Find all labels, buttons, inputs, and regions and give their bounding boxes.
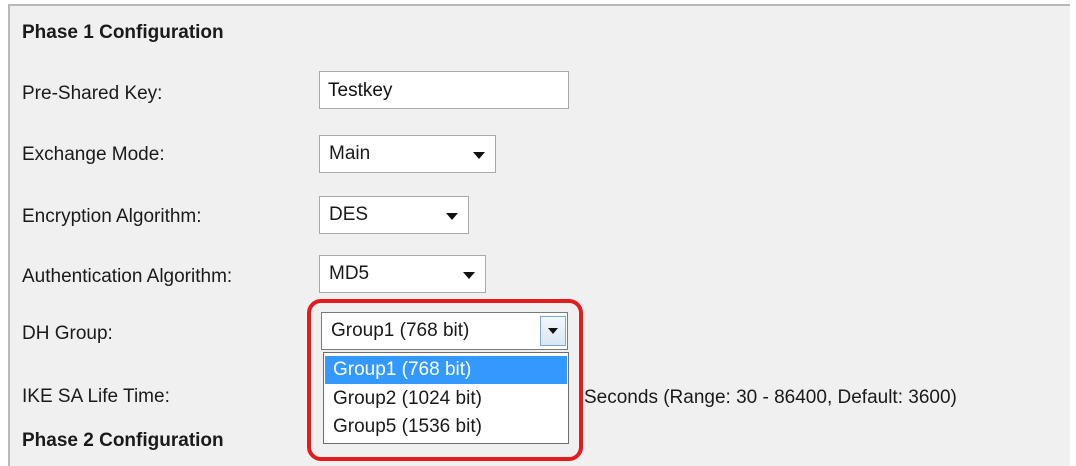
dh-group-label: DH Group: [22, 323, 113, 344]
chevron-down-icon [446, 213, 458, 220]
encryption-algorithm-select[interactable]: DES [319, 196, 469, 234]
authentication-algorithm-select[interactable]: MD5 [319, 255, 486, 293]
chevron-down-icon [463, 272, 475, 279]
phase1-title: Phase 1 Configuration [22, 22, 224, 43]
ike-sa-life-time-label: IKE SA Life Time: [22, 386, 170, 407]
pre-shared-key-input[interactable]: Testkey [319, 71, 569, 109]
encryption-algorithm-label: Encryption Algorithm: [22, 206, 202, 227]
phase2-title: Phase 2 Configuration [22, 430, 224, 451]
authentication-algorithm-label: Authentication Algorithm: [22, 266, 233, 287]
exchange-mode-label: Exchange Mode: [22, 144, 165, 165]
ike-sa-life-time-hint: Seconds (Range: 30 - 86400, Default: 360… [584, 387, 957, 408]
authentication-algorithm-value: MD5 [329, 263, 370, 284]
pre-shared-key-label: Pre-Shared Key: [22, 83, 163, 104]
encryption-algorithm-value: DES [329, 204, 369, 225]
exchange-mode-value: Main [329, 143, 371, 164]
exchange-mode-select[interactable]: Main [319, 135, 496, 173]
chevron-down-icon [473, 152, 485, 159]
highlight-ring [307, 299, 583, 461]
